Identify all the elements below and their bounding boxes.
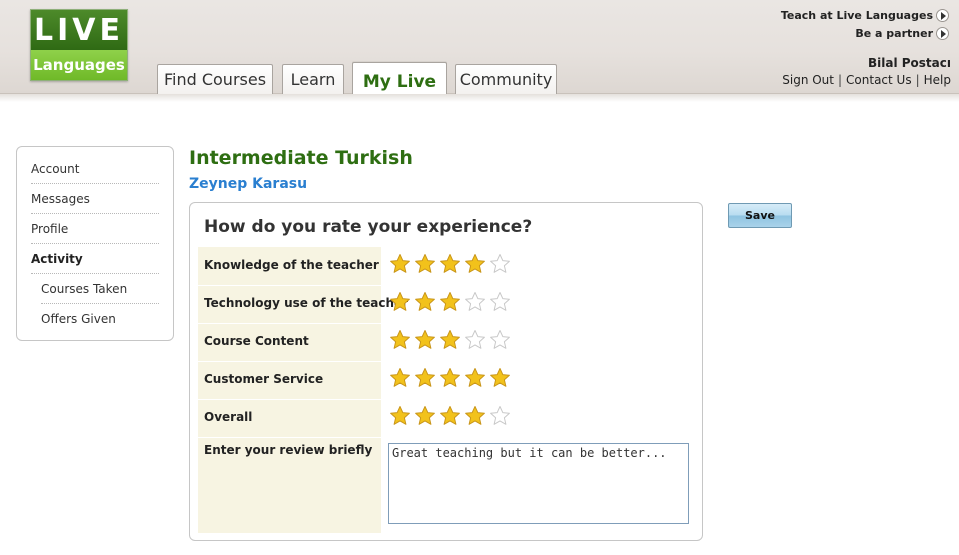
label-column [198,247,381,533]
rating-question: How do you rate your experience? [204,217,533,237]
user-name: Bilal Postacı [867,56,951,70]
row-divider [198,323,381,324]
star-filled-icon[interactable] [439,291,461,313]
course-title: Intermediate Turkish [189,147,413,169]
star-rating-service[interactable] [389,367,511,389]
star-filled-icon[interactable] [464,253,486,275]
star-filled-icon[interactable] [439,367,461,389]
arrow-right-icon[interactable] [936,9,949,22]
star-empty-icon[interactable] [489,291,511,313]
star-filled-icon[interactable] [389,253,411,275]
rating-label-content: Course Content [204,334,309,348]
partner-link-label: Be a partner [855,27,933,40]
sidebar-item-messages[interactable]: Messages [31,184,159,214]
teach-link-label: Teach at Live Languages [780,9,933,22]
tab-community[interactable]: Community [455,64,557,94]
user-links: Sign Out | Contact Us | Help [782,73,951,87]
tab-find-courses[interactable]: Find Courses [157,64,273,94]
star-empty-icon[interactable] [489,253,511,275]
row-divider [198,437,381,438]
sidebar: Account Messages Profile Activity Course… [16,146,174,341]
star-rating-technology[interactable] [389,291,511,313]
teacher-name[interactable]: Zeynep Karasu [189,176,307,192]
live-languages-logo[interactable]: LIVE Languages [30,9,128,81]
rating-label-technology: Technology use of the teacher [204,296,409,310]
star-empty-icon[interactable] [489,405,511,427]
star-filled-icon[interactable] [389,367,411,389]
star-filled-icon[interactable] [414,329,436,351]
star-filled-icon[interactable] [414,405,436,427]
row-divider [198,399,381,400]
star-filled-icon[interactable] [389,291,411,313]
row-divider [198,285,381,286]
star-filled-icon[interactable] [464,367,486,389]
star-rating-content[interactable] [389,329,511,351]
star-rating-overall[interactable] [389,405,511,427]
sidebar-item-courses-taken[interactable]: Courses Taken [41,274,159,304]
star-filled-icon[interactable] [414,253,436,275]
sign-out-link[interactable]: Sign Out [782,73,834,87]
star-filled-icon[interactable] [464,405,486,427]
star-filled-icon[interactable] [489,367,511,389]
save-button[interactable]: Save [728,203,792,228]
star-filled-icon[interactable] [439,253,461,275]
star-empty-icon[interactable] [464,291,486,313]
sidebar-item-profile[interactable]: Profile [31,214,159,244]
arrow-right-icon[interactable] [936,27,949,40]
review-textarea[interactable]: Great teaching but it can be better... [388,443,689,524]
logo-text-languages: Languages [31,50,127,80]
rating-label-knowledge: Knowledge of the teacher [204,258,379,272]
sidebar-item-account[interactable]: Account [31,154,159,184]
sidebar-item-offers-given[interactable]: Offers Given [41,304,159,334]
star-filled-icon[interactable] [439,405,461,427]
sidebar-item-activity[interactable]: Activity [31,244,159,274]
star-filled-icon[interactable] [389,405,411,427]
teach-link[interactable]: Teach at Live Languages [781,9,933,22]
star-empty-icon[interactable] [464,329,486,351]
tab-learn[interactable]: Learn [282,64,344,94]
star-filled-icon[interactable] [414,367,436,389]
contact-us-link[interactable]: Contact Us [846,73,912,87]
row-divider [198,361,381,362]
header-shadow [0,94,959,102]
star-filled-icon[interactable] [414,291,436,313]
divider: | [915,73,920,87]
rating-label-overall: Overall [204,410,253,424]
star-filled-icon[interactable] [439,329,461,351]
help-link[interactable]: Help [924,73,951,87]
star-rating-knowledge[interactable] [389,253,511,275]
star-empty-icon[interactable] [489,329,511,351]
rating-panel: How do you rate your experience? Knowled… [189,202,703,541]
review-label: Enter your review briefly [204,443,373,457]
divider: | [838,73,843,87]
tab-my-live[interactable]: My Live [352,62,447,95]
logo-text-live: LIVE [31,10,127,50]
site-header: LIVE Languages Find Courses Learn My Liv… [0,0,959,95]
partner-link[interactable]: Be a partner [855,27,933,40]
rating-label-service: Customer Service [204,372,324,386]
star-filled-icon[interactable] [389,329,411,351]
